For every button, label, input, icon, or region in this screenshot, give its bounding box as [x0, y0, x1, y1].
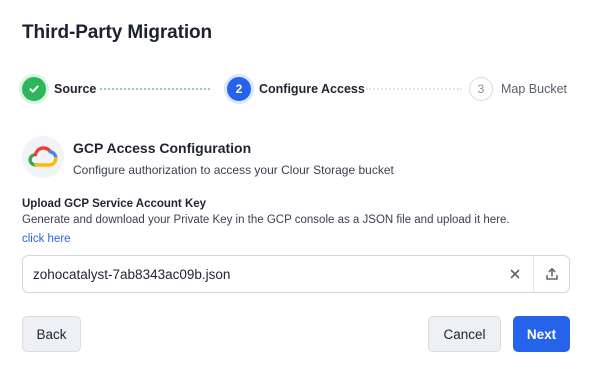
provider-title: GCP Access Configuration [73, 140, 252, 156]
upload-icon[interactable] [533, 256, 569, 292]
step-source[interactable]: Source [22, 76, 96, 102]
step-configure-access[interactable]: 2 Configure Access [227, 76, 365, 102]
back-button[interactable]: Back [22, 316, 81, 352]
step-map-bucket-label: Map Bucket [501, 82, 568, 96]
step-connector [100, 88, 210, 90]
step-source-label: Source [54, 82, 97, 96]
next-button[interactable]: Next [513, 316, 570, 352]
page-title: Third-Party Migration [22, 22, 213, 43]
cancel-button[interactable]: Cancel [428, 316, 501, 352]
close-icon[interactable] [497, 256, 533, 292]
step-map-bucket[interactable]: 3 Map Bucket [469, 76, 567, 102]
service-key-file-field[interactable]: zohocatalyst-7ab8343ac09b.json [22, 255, 570, 293]
service-key-description: Generate and download your Private Key i… [22, 214, 510, 226]
click-here-link[interactable]: click here [22, 233, 71, 245]
step-number: 2 [227, 77, 251, 101]
provider-subtitle: Configure authorization to access your C… [73, 163, 394, 177]
file-name: zohocatalyst-7ab8343ac09b.json [33, 266, 231, 282]
check-icon [22, 77, 46, 101]
step-number: 3 [469, 77, 493, 101]
service-key-title: Upload GCP Service Account Key [22, 198, 207, 210]
step-connector [366, 88, 462, 90]
step-configure-access-label: Configure Access [259, 82, 365, 96]
google-cloud-icon [22, 136, 64, 178]
